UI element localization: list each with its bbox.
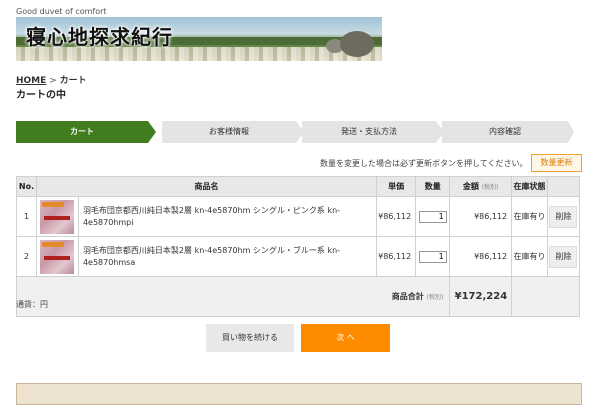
row-no: 1	[16, 196, 37, 237]
step-shipping-payment: 発送・支払方法	[302, 121, 436, 143]
product-image	[40, 199, 75, 234]
banner-hay-bale	[340, 31, 374, 57]
continue-shopping-button[interactable]: 買い物を続ける	[206, 324, 294, 352]
total-row: 商品合計 (税別) ¥172,224	[15, 276, 580, 317]
breadcrumb-current: カート	[59, 76, 87, 86]
product-image	[40, 239, 75, 274]
header-amount: 金額 (税別)	[449, 176, 513, 197]
row-no: 2	[16, 236, 37, 277]
total-value: ¥172,224	[449, 276, 513, 317]
quantity-input[interactable]	[418, 250, 447, 263]
update-note: 数量を変更した場合は必ず更新ボタンを押してください。	[320, 159, 528, 168]
product-name-link[interactable]: 羽毛布団京都西川純日本製2層 kn-4e5870hm シングル・ブルー系 kn-…	[77, 236, 378, 277]
step-cart: カート	[16, 121, 148, 143]
step-arrow-icon	[568, 121, 574, 143]
product-name-link[interactable]: 羽毛布団京都西川純日本製2層 kn-4e5870hm シングル・ピンク系 kn-…	[77, 196, 378, 237]
site-logo-title: 寝心地探求紀行	[26, 25, 173, 49]
quantity-cell	[415, 236, 451, 277]
header-quantity: 数量	[415, 176, 451, 197]
header-product-name: 商品名	[35, 176, 378, 197]
header-no: No.	[16, 176, 37, 197]
checkout-steps: カート お客様情報 発送・支払方法 内容確認	[16, 121, 574, 143]
header-amount-note: (税別)	[481, 184, 499, 191]
step-confirm: 内容確認	[442, 121, 568, 143]
site-banner-logo[interactable]: 寝心地探求紀行	[16, 17, 382, 61]
unit-price: ¥86,112	[376, 236, 417, 277]
table-row: 2 羽毛布団京都西川純日本製2層 kn-4e5870hm シングル・ブルー系 k…	[16, 236, 581, 277]
step-arrow-icon	[148, 121, 156, 143]
next-button[interactable]: 次 へ	[301, 324, 390, 352]
unit-price: ¥86,112	[376, 196, 417, 237]
total-note: (税別)	[426, 294, 444, 301]
step-customer-info: お客様情報	[162, 121, 296, 143]
breadcrumb-home-link[interactable]: HOME	[16, 76, 46, 86]
delete-button[interactable]: 削除	[549, 245, 578, 268]
header-amount-label: 金額	[462, 182, 479, 191]
product-thumbnail[interactable]	[35, 236, 79, 277]
footer-panel	[16, 383, 582, 405]
breadcrumb-separator: >	[49, 76, 57, 86]
currency-note: 通貨：円	[16, 300, 48, 309]
header-unit-price: 単価	[376, 176, 417, 197]
delete-cell: 削除	[546, 196, 581, 237]
delete-button[interactable]: 削除	[549, 205, 578, 228]
line-amount: ¥86,112	[449, 236, 513, 277]
line-amount: ¥86,112	[449, 196, 513, 237]
quantity-input[interactable]	[418, 210, 447, 223]
quantity-cell	[415, 196, 451, 237]
header-action	[546, 176, 581, 197]
site-tagline: Good duvet of comfort	[16, 7, 107, 16]
stock-status: 在庫有り	[511, 236, 548, 277]
header-stock: 在庫状態	[511, 176, 548, 197]
total-label: 商品合計	[391, 292, 424, 301]
page-title: カートの中	[16, 90, 66, 101]
stock-status: 在庫有り	[511, 196, 548, 237]
update-quantity-button[interactable]: 数量更新	[531, 154, 582, 172]
total-label-cell: 商品合計 (税別)	[15, 276, 451, 317]
cart-table: No. 商品名 単価 数量 金額 (税別) 在庫状態 1 羽毛布団京都西川純日本…	[15, 176, 581, 317]
delete-cell: 削除	[546, 236, 581, 277]
breadcrumb: HOME > カート	[16, 73, 87, 86]
total-empty-cell	[511, 276, 580, 317]
table-header-row: No. 商品名 単価 数量 金額 (税別) 在庫状態	[16, 176, 581, 197]
table-row: 1 羽毛布団京都西川純日本製2層 kn-4e5870hm シングル・ピンク系 k…	[16, 196, 581, 237]
product-thumbnail[interactable]	[35, 196, 79, 237]
